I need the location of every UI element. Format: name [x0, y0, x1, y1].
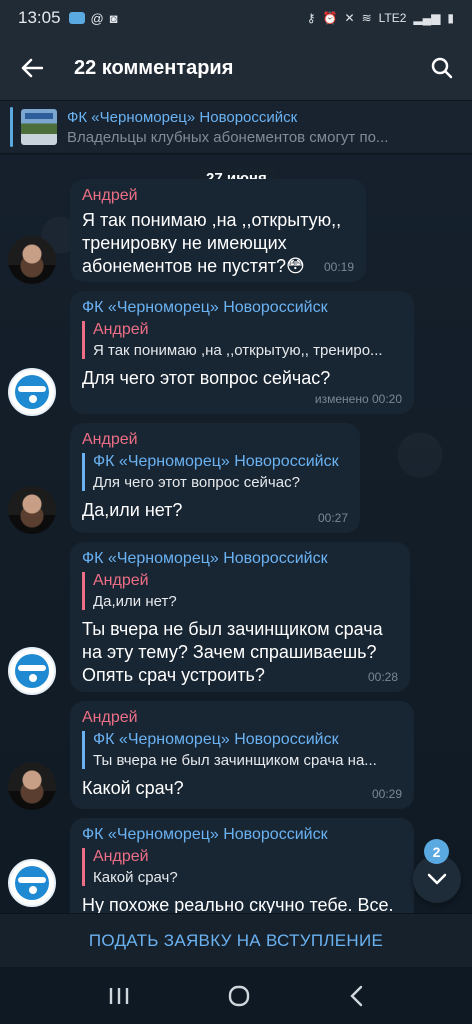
- app-icon: ◙: [109, 10, 118, 26]
- pinned-text: ФК «Черноморец» Новороссийск Владельцы к…: [67, 109, 437, 146]
- message-bubble[interactable]: ФК «Черноморец» Новороссийск Андрей Како…: [70, 818, 414, 928]
- chevron-down-icon: [427, 873, 447, 885]
- back-nav-icon[interactable]: [348, 985, 364, 1007]
- network-label: LTE2: [378, 11, 407, 25]
- reply-text: Ты вчера не был зачинщиком срача на...: [93, 752, 377, 769]
- home-icon[interactable]: [227, 984, 251, 1008]
- reply-quote[interactable]: Андрей Я так понимаю ,на ,,открытую,, тр…: [82, 321, 402, 359]
- wifi-icon: ≋: [361, 11, 372, 25]
- message-sender[interactable]: Андрей: [82, 431, 348, 449]
- reply-quote[interactable]: Андрей Да,или нет?: [82, 572, 398, 610]
- reply-name: ФК «Черноморец» Новороссийск: [93, 731, 339, 748]
- battery-icon: ▮: [447, 11, 454, 25]
- reply-name: ФК «Черноморец» Новороссийск: [93, 453, 339, 470]
- message-time: 00:28: [367, 670, 398, 684]
- reply-quote[interactable]: ФК «Черноморец» Новороссийск Для чего эт…: [82, 453, 348, 491]
- back-button[interactable]: [0, 36, 64, 100]
- screen: 13:05 @ ◙ ⚷ ⏰ ✕ ≋ LTE2 ▂▄▆ ▮ 22 коммента…: [0, 0, 472, 1024]
- reply-text: Какой срач?: [93, 869, 178, 886]
- avatar[interactable]: [8, 762, 56, 810]
- system-nav-bar: [0, 967, 472, 1024]
- pinned-preview: Владельцы клубных абонементов смогут по.…: [67, 128, 389, 146]
- reply-name: Андрей: [93, 848, 149, 865]
- avatar[interactable]: [8, 236, 56, 284]
- message-text: Да,или нет?: [82, 500, 183, 520]
- message-bubble[interactable]: ФК «Черноморец» Новороссийск Андрей Да,и…: [70, 542, 410, 692]
- notification-icon: [68, 12, 85, 24]
- message-bubble[interactable]: ФК «Черноморец» Новороссийск Андрей Я та…: [70, 291, 414, 414]
- message-sender[interactable]: ФК «Черноморец» Новороссийск: [82, 550, 398, 568]
- avatar[interactable]: [8, 859, 56, 907]
- message-time: 00:29: [371, 787, 402, 801]
- reply-name: Андрей: [93, 572, 149, 589]
- message-sender[interactable]: Андрей: [82, 187, 354, 205]
- mute-icon: ✕: [344, 11, 355, 25]
- message-text: Для чего этот вопрос сейчас?: [82, 368, 331, 388]
- at-icon: @: [90, 10, 104, 26]
- pinned-channel-name: ФК «Черноморец» Новороссийск: [67, 108, 298, 126]
- pinned-indicator: [10, 107, 13, 147]
- notification-icons: @ ◙: [68, 10, 118, 26]
- message-sender[interactable]: ФК «Черноморец» Новороссийск: [82, 299, 402, 317]
- unread-count-badge: 2: [424, 839, 449, 864]
- avatar[interactable]: [8, 486, 56, 534]
- reply-text: Да,или нет?: [93, 593, 177, 610]
- avatar[interactable]: [8, 647, 56, 695]
- status-time: 13:05: [18, 8, 61, 27]
- join-request-button[interactable]: ПОДАТЬ ЗАЯВКУ НА ВСТУПЛЕНИЕ: [0, 913, 472, 967]
- search-icon: [431, 57, 453, 79]
- message-bubble[interactable]: Андрей ФК «Черноморец» Новороссийск Ты в…: [70, 701, 414, 809]
- reply-quote[interactable]: ФК «Черноморец» Новороссийск Ты вчера не…: [82, 731, 402, 769]
- pinned-post[interactable]: ФК «Черноморец» Новороссийск Владельцы к…: [0, 100, 472, 154]
- message-time: изменено 00:20: [314, 392, 402, 406]
- message-time: 00:27: [317, 511, 348, 525]
- reply-quote[interactable]: Андрей Какой срач?: [82, 848, 402, 886]
- message-bubble[interactable]: Андрей ФК «Черноморец» Новороссийск Для …: [70, 423, 360, 533]
- reply-text: Для чего этот вопрос сейчас?: [93, 474, 300, 491]
- arrow-left-icon: [21, 58, 43, 78]
- app-header: 22 комментария: [0, 36, 472, 100]
- message-sender[interactable]: ФК «Черноморец» Новороссийск: [82, 826, 402, 844]
- page-title: 22 комментария: [74, 56, 234, 79]
- message-text: Какой срач?: [82, 778, 184, 798]
- message-text: Ты вчера не был зачинщиком срача на эту …: [82, 619, 383, 685]
- search-button[interactable]: [412, 36, 472, 100]
- avatar[interactable]: [8, 368, 56, 416]
- message-text: Я так понимаю ,на ,,открытую,, тренировк…: [82, 210, 342, 276]
- message-sender[interactable]: Андрей: [82, 709, 402, 727]
- message-bubble[interactable]: Андрей Я так понимаю ,на ,,открытую,, тр…: [70, 179, 366, 282]
- alarm-icon: ⏰: [322, 11, 338, 25]
- recent-apps-icon[interactable]: [108, 986, 130, 1006]
- key-icon: ⚷: [306, 11, 316, 25]
- system-icons: ⚷ ⏰ ✕ ≋ LTE2 ▂▄▆ ▮: [307, 11, 454, 25]
- reply-text: Я так понимаю ,на ,,открытую,, трениро..…: [93, 342, 383, 359]
- post-thumbnail: [21, 109, 57, 145]
- reply-name: Андрей: [93, 321, 149, 338]
- message-time: 00:19: [323, 260, 354, 274]
- signal-icon: ▂▄▆: [413, 11, 441, 25]
- status-bar: 13:05 @ ◙ ⚷ ⏰ ✕ ≋ LTE2 ▂▄▆ ▮: [0, 0, 472, 36]
